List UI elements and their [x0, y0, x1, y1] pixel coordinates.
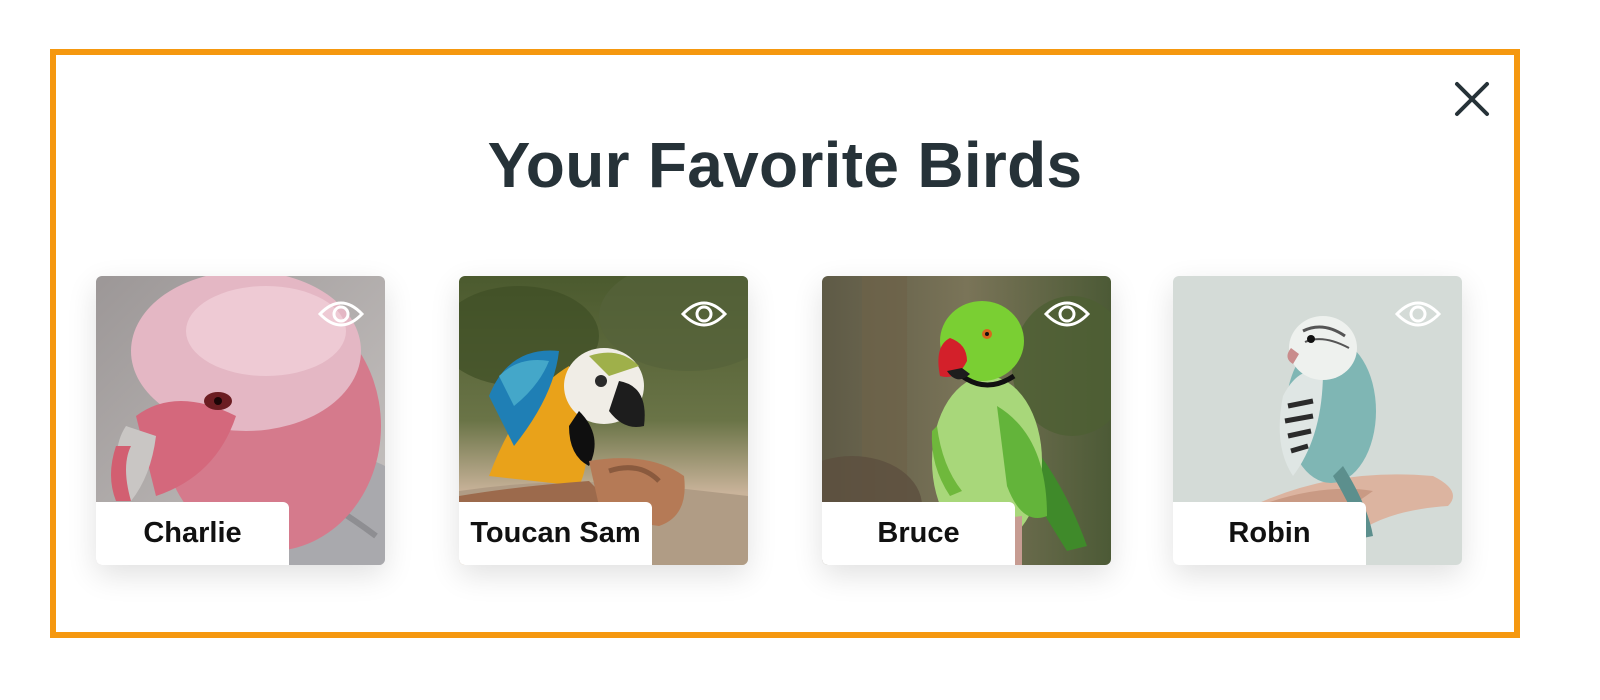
- eye-icon: [680, 301, 728, 327]
- eye-icon: [1394, 301, 1442, 327]
- bird-name: Bruce: [822, 502, 1015, 565]
- view-button[interactable]: [1043, 294, 1091, 334]
- view-button[interactable]: [1394, 294, 1442, 334]
- favorite-birds-dialog: Your Favorite Birds Charlie Toucan Sam B…: [50, 49, 1520, 638]
- bird-name: Robin: [1173, 502, 1366, 565]
- bird-card-charlie[interactable]: Charlie: [96, 276, 385, 565]
- bird-card-robin[interactable]: Robin: [1173, 276, 1462, 565]
- eye-icon: [317, 301, 365, 327]
- dialog-title: Your Favorite Birds: [487, 129, 1083, 201]
- view-button[interactable]: [317, 294, 365, 334]
- view-button[interactable]: [680, 294, 728, 334]
- bird-card-toucan-sam[interactable]: Toucan Sam: [459, 276, 748, 565]
- bird-name: Charlie: [96, 502, 289, 565]
- bird-name: Toucan Sam: [459, 502, 652, 565]
- bird-card-bruce[interactable]: Bruce: [822, 276, 1111, 565]
- close-icon: [1455, 82, 1489, 116]
- eye-icon: [1043, 301, 1091, 327]
- close-button[interactable]: [1452, 79, 1492, 119]
